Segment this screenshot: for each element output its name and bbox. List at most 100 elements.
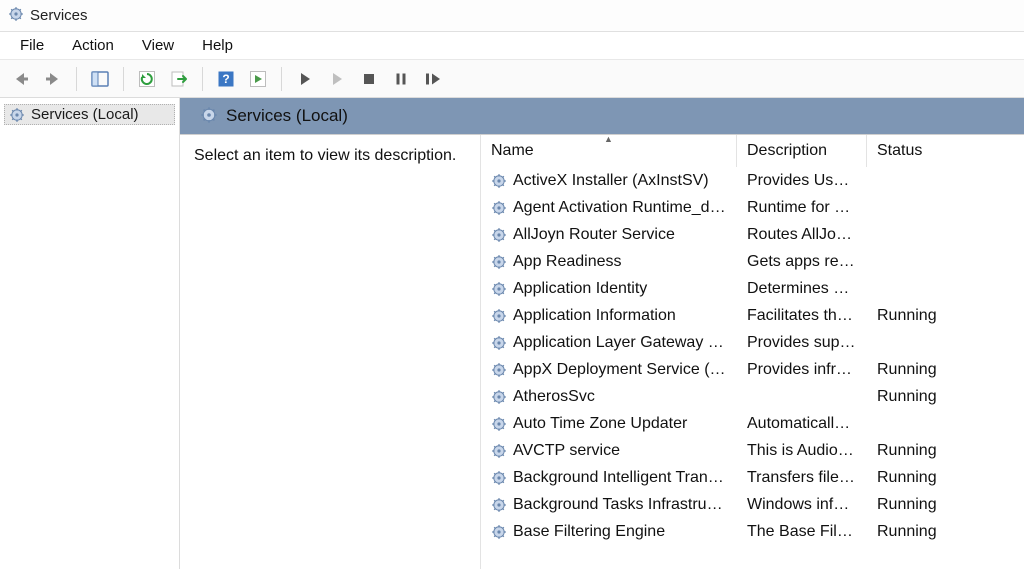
cell-description: Windows inf…: [737, 491, 867, 518]
stop-service-button[interactable]: [356, 66, 382, 92]
service-name-label: App Readiness: [513, 253, 727, 271]
restart-service-button[interactable]: [420, 66, 446, 92]
pause-service-button[interactable]: [388, 66, 414, 92]
cell-description: Automaticall…: [737, 410, 867, 437]
menu-view[interactable]: View: [128, 35, 188, 56]
service-name-label: AllJoyn Router Service: [513, 226, 727, 244]
cell-status: [867, 194, 967, 221]
menu-help[interactable]: Help: [188, 35, 247, 56]
service-gear-icon: [491, 335, 507, 351]
cell-name: Auto Time Zone Updater: [481, 410, 737, 437]
show-hide-console-tree-button[interactable]: [87, 66, 113, 92]
cell-status: Running: [867, 437, 967, 464]
service-gear-icon: [491, 227, 507, 243]
cell-status: [867, 167, 967, 194]
cell-name: ActiveX Installer (AxInstSV): [481, 167, 737, 194]
toolbar-separator: [281, 67, 282, 91]
service-gear-icon: [491, 443, 507, 459]
cell-description: This is Audio…: [737, 437, 867, 464]
cell-description: Provides Use…: [737, 167, 867, 194]
service-row[interactable]: App Readiness Gets apps re…: [481, 248, 1024, 275]
cell-name: Application Layer Gateway S…: [481, 329, 737, 356]
cell-status: Running: [867, 356, 967, 383]
service-gear-icon: [491, 470, 507, 486]
cell-description: Facilitates th…: [737, 302, 867, 329]
service-row[interactable]: Background Intelligent Tran…Transfers fi…: [481, 464, 1024, 491]
service-row[interactable]: Application Layer Gateway S… Provides sup…: [481, 329, 1024, 356]
service-gear-icon: [491, 308, 507, 324]
service-row[interactable]: Application IdentityDetermines …: [481, 275, 1024, 302]
service-row[interactable]: Application InformationFacilitates th…Ru…: [481, 302, 1024, 329]
svg-text:?: ?: [222, 72, 229, 86]
cell-description: Provides sup…: [737, 329, 867, 356]
title-bar: Services: [0, 0, 1024, 32]
cell-description: Determines …: [737, 275, 867, 302]
menu-file[interactable]: File: [6, 35, 58, 56]
service-gear-icon: [491, 389, 507, 405]
cell-status: Running: [867, 491, 967, 518]
service-row[interactable]: AtherosSvc Running: [481, 383, 1024, 410]
service-gear-icon: [491, 524, 507, 540]
back-button[interactable]: [8, 66, 34, 92]
cell-name: Background Intelligent Tran…: [481, 464, 737, 491]
properties-button[interactable]: [245, 66, 271, 92]
cell-status: Running: [867, 464, 967, 491]
help-button[interactable]: ?: [213, 66, 239, 92]
console-tree: Services (Local): [0, 98, 180, 569]
service-name-label: Background Tasks Infrastruc…: [513, 496, 727, 514]
toolbar-separator: [123, 67, 124, 91]
start-service-disabled-button[interactable]: [324, 66, 350, 92]
service-gear-icon: [491, 281, 507, 297]
cell-status: [867, 410, 967, 437]
service-gear-icon: [491, 200, 507, 216]
column-header-description[interactable]: Description: [737, 135, 867, 167]
description-placeholder: Select an item to view its description.: [194, 147, 456, 164]
cell-name: Application Identity: [481, 275, 737, 302]
app-gear-icon: [8, 6, 24, 25]
cell-description: Gets apps re…: [737, 248, 867, 275]
service-name-label: Application Layer Gateway S…: [513, 334, 727, 352]
header-gear-icon: [200, 106, 218, 127]
export-list-button[interactable]: [166, 66, 192, 92]
main-pane: Services (Local) Select an item to view …: [180, 98, 1024, 569]
tree-node-services-local[interactable]: Services (Local): [4, 104, 175, 125]
cell-status: [867, 248, 967, 275]
cell-name: AtherosSvc: [481, 383, 737, 410]
service-name-label: Background Intelligent Tran…: [513, 469, 727, 487]
header-title: Services (Local): [226, 106, 348, 126]
service-row[interactable]: Auto Time Zone Updater Automaticall…: [481, 410, 1024, 437]
service-list: ▲ Name Description Status ActiveX Instal…: [480, 135, 1024, 569]
service-name-label: AtherosSvc: [513, 388, 727, 406]
start-service-button[interactable]: [292, 66, 318, 92]
column-header-status[interactable]: Status: [867, 135, 967, 167]
menu-action[interactable]: Action: [58, 35, 128, 56]
window-title: Services: [30, 7, 88, 24]
list-header: ▲ Name Description Status: [481, 135, 1024, 167]
service-row[interactable]: ActiveX Installer (AxInstSV)Provides Use…: [481, 167, 1024, 194]
service-row[interactable]: AppX Deployment Service (A…Provides infr…: [481, 356, 1024, 383]
service-name-label: Agent Activation Runtime_d…: [513, 199, 727, 217]
cell-status: [867, 329, 967, 356]
toolbar-separator: [202, 67, 203, 91]
main-header: Services (Local): [180, 98, 1024, 134]
service-row[interactable]: Base Filtering EngineThe Base Filt…Runni…: [481, 518, 1024, 545]
cell-name: Base Filtering Engine: [481, 518, 737, 545]
service-row[interactable]: Agent Activation Runtime_d… Runtime for …: [481, 194, 1024, 221]
service-row[interactable]: AVCTP service This is Audio…Running: [481, 437, 1024, 464]
toolbar-separator: [76, 67, 77, 91]
forward-button[interactable]: [40, 66, 66, 92]
cell-status: Running: [867, 383, 967, 410]
service-row[interactable]: AllJoyn Router ServiceRoutes AllJo…: [481, 221, 1024, 248]
service-name-label: AppX Deployment Service (A…: [513, 361, 727, 379]
cell-description: Runtime for …: [737, 194, 867, 221]
refresh-button[interactable]: [134, 66, 160, 92]
cell-name: Agent Activation Runtime_d…: [481, 194, 737, 221]
cell-description: [737, 383, 867, 410]
cell-description: The Base Filt…: [737, 518, 867, 545]
toolbar: ?: [0, 60, 1024, 98]
service-row[interactable]: Background Tasks Infrastruc… Windows inf……: [481, 491, 1024, 518]
service-gear-icon: [491, 362, 507, 378]
column-header-name[interactable]: ▲ Name: [481, 135, 737, 167]
service-name-label: Auto Time Zone Updater: [513, 415, 727, 433]
service-name-label: AVCTP service: [513, 442, 727, 460]
